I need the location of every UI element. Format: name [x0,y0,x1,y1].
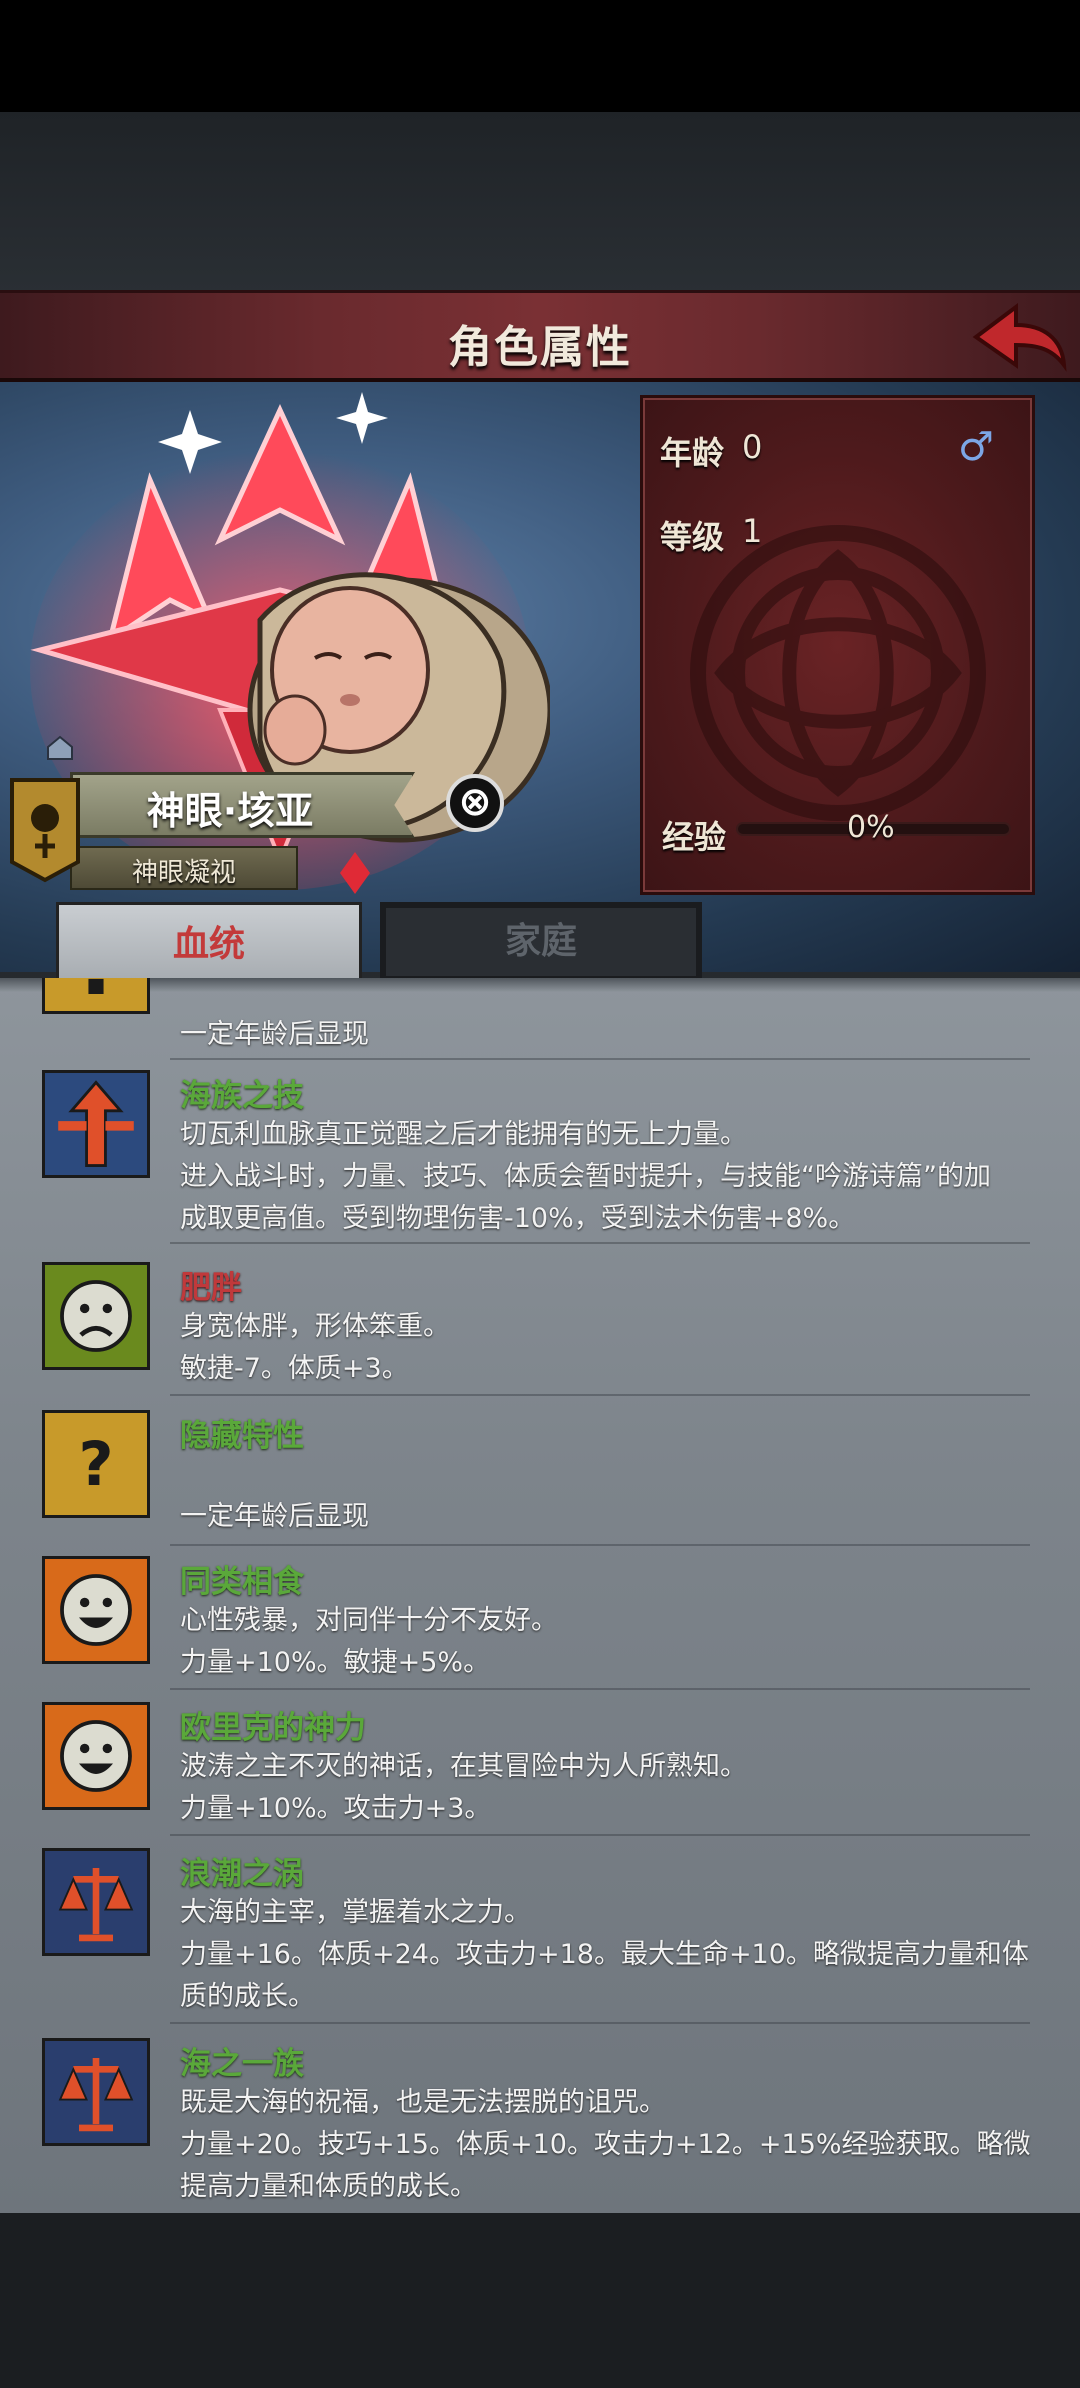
red-gem-icon [340,852,370,894]
trait-name: 同类相食 [180,1564,304,1600]
celtic-knot-icon [690,525,986,821]
male-icon: ♂ [958,424,994,470]
sad-face-icon [42,1262,150,1370]
scales-icon [42,1848,150,1956]
trait-description: 心性残暴，对同伴十分不友好。 [180,1605,558,1636]
trait-name: 浪潮之涡 [180,1856,304,1892]
trait-description: 大海的主宰，掌握着水之力。 [180,1897,531,1928]
trait-description: 力量+10%。攻击力+3。 [180,1793,492,1824]
sea-skill-icon [42,1070,150,1178]
trait-description: 波涛之主不灭的神话，在其冒险中为人所熟知。 [180,1751,747,1782]
trait-description: 身宽体胖，形体笨重。 [180,1311,450,1342]
back-arrow-icon[interactable] [968,299,1068,379]
trait-description: 进入战斗时，力量、技巧、体质会暂时提升，与技能“吟游诗篇”的加 [180,1161,991,1192]
question-icon [42,978,150,1014]
trait-description: 提高力量和体质的成长。 [180,2171,477,2202]
page-title: 角色属性 [448,322,632,373]
status-bar-area [0,0,1080,112]
happy-face-icon [42,1556,150,1664]
trait-description: 敏捷-7。体质+3。 [180,1353,409,1384]
trait-description: 力量+16。体质+24。攻击力+18。最大生命+10。略微提高力量和体 [180,1939,1029,1970]
trait-name: 海族之技 [180,1078,304,1114]
trait-description: 一定年龄后显现 [180,1019,369,1050]
bottom-bar [0,2213,1080,2388]
question-icon: ? [42,1410,150,1518]
trait-name: 隐藏特性 [180,1418,304,1454]
trait-description: 一定年龄后显现 [180,1501,369,1532]
svg-text:?: ? [78,1430,113,1500]
xp-label: 经验 [662,818,727,856]
trait-description: 既是大海的祝福，也是无法摆脱的诅咒。 [180,2087,666,2118]
trait-name: 海之一族 [180,2046,304,2082]
house-icon [47,735,73,760]
trait-description: 力量+10%。敏捷+5%。 [180,1647,491,1678]
trait-description: 切瓦利血脉真正觉醒之后才能拥有的无上力量。 [180,1119,747,1150]
character-name: 神眼·垓亚 [146,789,314,833]
age-label: 年龄 [660,434,725,472]
trait-description: 成取更高值。受到物理伤害-10%，受到法术伤害+8%。 [180,1203,856,1234]
level-label: 等级 [660,518,725,556]
trait-name: 欧里克的神力 [180,1710,366,1746]
trait-name: 肥胖 [180,1270,242,1306]
trait-description: 质的成长。 [180,1981,315,2012]
happy-face-icon [42,1702,150,1810]
close-icon[interactable]: ⊗ [446,774,504,832]
scales-icon [42,2038,150,2146]
header-bar: 角色属性 [0,290,1080,382]
trait-list[interactable]: 一定年龄后显现 海族之技 切瓦利血脉真正觉醒之后才能拥有的无上力量。 进入战斗时… [0,978,1080,2213]
age-value: 0 [742,428,763,466]
xp-value: 0% [847,810,895,845]
tab-family[interactable]: 家庭 [380,902,702,982]
character-title: 神眼凝视 [131,858,236,888]
level-value: 1 [742,512,763,550]
family-crest-icon [10,778,80,883]
trait-description: 力量+20。技巧+15。体质+10。攻击力+12。+15%经验获取。略微 [180,2129,1031,2160]
tab-bloodline[interactable]: 血统 [56,902,362,988]
